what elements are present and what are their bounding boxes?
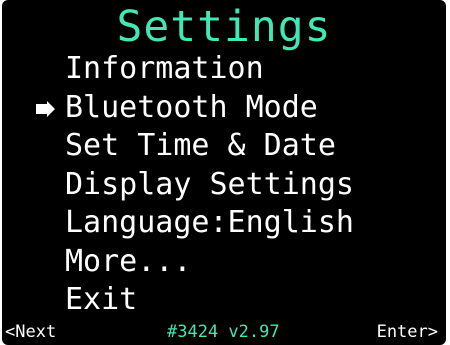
- version-label: #3424 v2.97: [167, 322, 280, 342]
- menu-item-label: More...: [65, 243, 192, 279]
- menu-item-set-time-date[interactable]: Set Time & Date: [30, 127, 354, 166]
- menu-item-label: Set Time & Date: [65, 128, 336, 163]
- device-screen: Settings Information Bluetooth Mode Set …: [2, 0, 446, 345]
- menu-item-information[interactable]: Information: [30, 50, 354, 89]
- menu-item-exit[interactable]: Exit: [30, 281, 354, 320]
- menu-item-label: Information: [65, 51, 264, 86]
- enter-softkey[interactable]: Enter>: [377, 319, 438, 345]
- menu-item-more[interactable]: More...: [30, 243, 354, 282]
- footer-bar: <Next #3424 v2.97 Enter>: [2, 319, 446, 345]
- menu-item-bluetooth-mode[interactable]: Bluetooth Mode: [30, 89, 354, 128]
- menu-item-language[interactable]: Language:English: [30, 204, 354, 243]
- settings-menu: Information Bluetooth Mode Set Time & Da…: [30, 50, 354, 320]
- menu-item-display-settings[interactable]: Display Settings: [30, 166, 354, 205]
- menu-item-label: Language:English: [65, 205, 354, 240]
- menu-item-label: Display Settings: [65, 166, 354, 202]
- next-softkey[interactable]: <Next: [5, 319, 56, 345]
- menu-item-label: Bluetooth Mode: [65, 89, 318, 125]
- page-title: Settings: [116, 2, 332, 52]
- menu-item-label: Exit: [65, 282, 138, 317]
- arrow-right-icon: [30, 89, 60, 128]
